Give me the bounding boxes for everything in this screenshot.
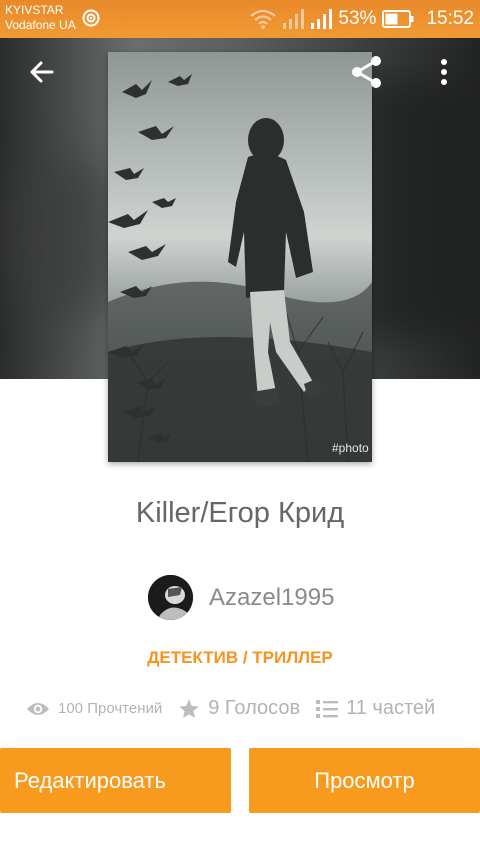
votes-count: 9 Голосов <box>208 697 301 719</box>
story-cover[interactable]: #photo <box>108 52 372 462</box>
cover-image: #photo <box>108 52 372 462</box>
more-vert-icon <box>441 59 447 85</box>
signal-icon <box>283 9 305 29</box>
parts-count: 11 частей <box>346 697 436 719</box>
story-title: Killer/Егор Крид <box>135 497 345 529</box>
author-name[interactable]: Azazel1995 <box>209 584 334 612</box>
reads-stat: 100 Прочтений <box>26 700 162 717</box>
view-button[interactable]: Просмотр <box>249 748 480 813</box>
nfc-icon <box>82 9 100 27</box>
author-link[interactable]: Azazel1995 <box>148 575 334 620</box>
carrier-primary: KYIVSTAR <box>5 3 64 17</box>
cover-watermark: #photo <box>332 441 369 455</box>
genre-link[interactable]: ДЕТЕКТИВ / ТРИЛЛЕР <box>0 648 480 668</box>
eye-icon <box>27 702 49 715</box>
avatar[interactable] <box>148 575 193 620</box>
battery-icon <box>382 10 414 28</box>
signal-icon <box>311 9 333 29</box>
clock: 15:52 <box>426 8 474 29</box>
share-icon <box>352 56 381 88</box>
star-icon <box>179 698 199 718</box>
edit-button[interactable]: Редактировать <box>0 748 231 813</box>
reads-count: 100 Прочтений <box>58 700 163 717</box>
carrier-secondary: Vodafone UA <box>5 18 76 32</box>
story-stats: 100 Прочтений 9 Голосов 11 частей <box>26 697 435 720</box>
more-options-button[interactable] <box>420 48 468 96</box>
arrow-left-icon <box>30 61 54 83</box>
parts-stat: 11 частей <box>316 697 435 720</box>
votes-stat: 9 Голосов <box>178 697 300 720</box>
wifi-icon <box>250 9 277 29</box>
battery-percent: 53% <box>338 8 377 29</box>
list-icon <box>316 699 339 718</box>
share-button[interactable] <box>342 48 390 96</box>
back-button[interactable] <box>18 48 66 96</box>
status-bar: KYIVSTAR Vodafone UA 53% 15:52 <box>0 0 480 38</box>
